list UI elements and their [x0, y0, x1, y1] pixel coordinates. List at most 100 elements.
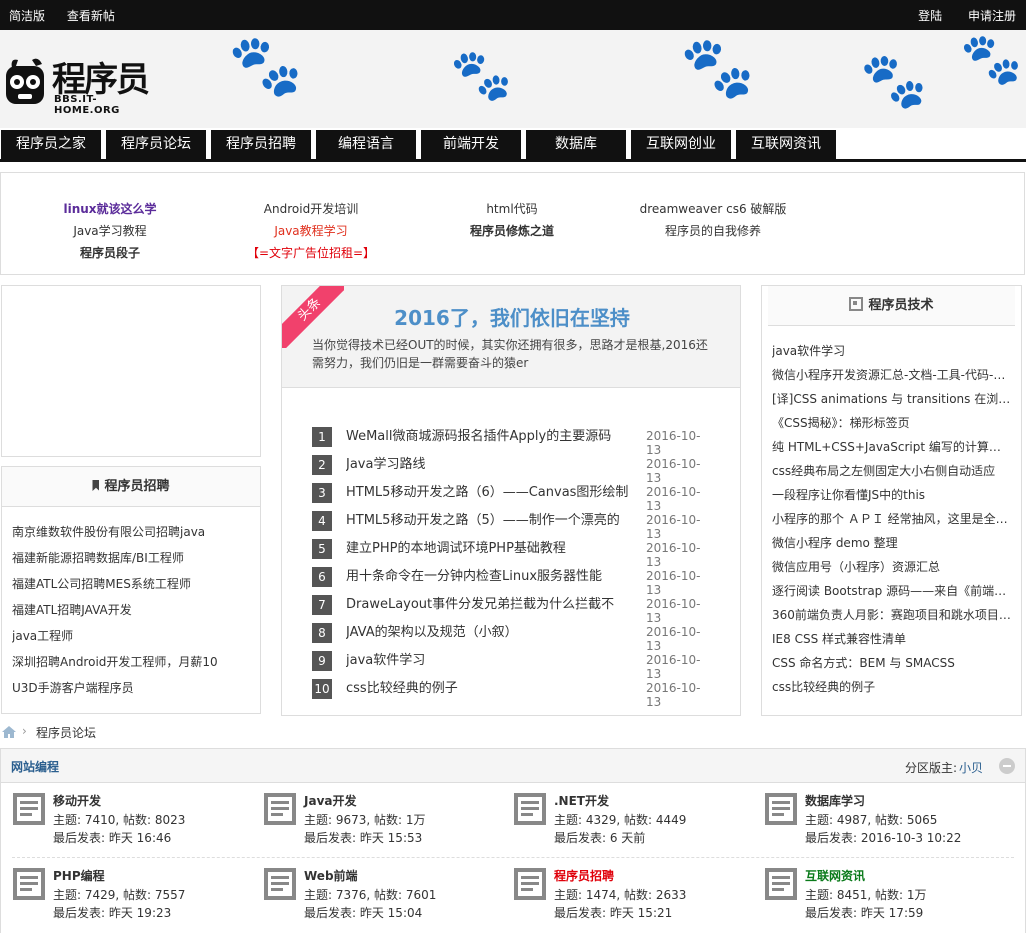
news-title[interactable]: HTML5移动开发之路（5）——制作一个漂亮的 — [346, 511, 642, 531]
register-link[interactable]: 申请注册 — [968, 9, 1016, 23]
tech-article-link[interactable]: 纯 HTML+CSS+JavaScript 编写的计算器应用 — [772, 435, 1012, 459]
news-title[interactable]: 建立PHP的本地调试环境PHP基础教程 — [346, 539, 642, 559]
board-icon — [13, 868, 45, 900]
text-link[interactable]: Java学习教程 — [10, 222, 210, 239]
text-link[interactable]: dreamweaver cs6 破解版 — [613, 200, 813, 217]
tech-article-link[interactable]: CSS 命名方式：BEM 与 SMACSS — [772, 651, 1012, 675]
job-link[interactable]: 福建ATL招聘JAVA开发 — [12, 597, 252, 623]
news-title[interactable]: Java学习路线 — [346, 455, 642, 475]
text-link[interactable]: 程序员的自我修养 — [613, 222, 813, 239]
board-name[interactable]: Java开发 — [304, 792, 356, 809]
board-name[interactable]: .NET开发 — [554, 792, 609, 809]
tech-article-link[interactable]: 逐行阅读 Bootstrap 源码——来自《前端进阶》 — [772, 579, 1012, 603]
text-link[interactable]: 【=文字广告位招租=】 — [211, 244, 411, 261]
job-link[interactable]: 福建ATL公司招聘MES系统工程师 — [12, 571, 252, 597]
tech-article-link[interactable]: 微信小程序 demo 整理 — [772, 531, 1012, 555]
new-posts-link[interactable]: 查看新帖 — [67, 9, 115, 23]
board-last-post[interactable]: 最后发表: 昨天 19:23 — [53, 904, 171, 921]
news-title[interactable]: WeMall微商城源码报名插件Apply的主要源码 — [346, 427, 642, 447]
headline-title[interactable]: 2016了，我们依旧在坚持 — [342, 302, 682, 331]
forum-board[interactable]: 移动开发 主题: 7410, 帖数: 8023 最后发表: 昨天 16:46 — [12, 792, 252, 854]
forum-board[interactable]: 程序员招聘 主题: 1474, 帖数: 2633 最后发表: 昨天 15:21 — [513, 867, 753, 929]
news-item[interactable]: 4 HTML5移动开发之路（5）——制作一个漂亮的 2016-10-13 — [312, 511, 712, 541]
board-last-post[interactable]: 最后发表: 昨天 15:04 — [304, 904, 422, 921]
text-link[interactable]: linux就该这么学 — [10, 200, 210, 217]
moderator-link[interactable]: 小贝 — [959, 759, 983, 776]
paw-icon: 🐾 — [680, 33, 755, 103]
news-item[interactable]: 1 WeMall微商城源码报名插件Apply的主要源码 2016-10-13 — [312, 427, 712, 457]
board-icon — [264, 868, 296, 900]
tech-article-link[interactable]: 微信应用号（小程序）资源汇总 — [772, 555, 1012, 579]
nav-tab-forum[interactable]: 程序员论坛 — [106, 130, 206, 159]
job-link[interactable]: 南京维数软件股份有限公司招聘java — [12, 519, 252, 545]
tech-article-link[interactable]: 一段程序让你看懂JS中的this — [772, 483, 1012, 507]
site-logo[interactable]: 程序员 BBS.IT-HOME.ORG — [2, 50, 162, 116]
tech-article-link[interactable]: [译]CSS animations 与 transitions 在浏览器中的实现 — [772, 387, 1012, 411]
news-item[interactable]: 7 DraweLayout事件分发兄弟拦截为什么拦截不 2016-10-13 — [312, 595, 712, 625]
job-link[interactable]: java工程师 — [12, 623, 252, 649]
board-name[interactable]: PHP编程 — [53, 867, 105, 884]
text-link[interactable]: 程序员修炼之道 — [412, 222, 612, 239]
board-name[interactable]: 数据库学习 — [805, 792, 865, 809]
text-link[interactable]: Android开发培训 — [211, 200, 411, 217]
simple-version-link[interactable]: 简洁版 — [9, 9, 45, 23]
news-item[interactable]: 6 用十条命令在一分钟内检查Linux服务器性能 2016-10-13 — [312, 567, 712, 597]
news-title[interactable]: java软件学习 — [346, 651, 642, 671]
forum-board[interactable]: 互联网资讯 主题: 8451, 帖数: 1万 最后发表: 昨天 17:59 — [764, 867, 1004, 929]
board-last-post[interactable]: 最后发表: 昨天 15:53 — [304, 829, 422, 846]
text-link[interactable]: html代码 — [412, 200, 612, 217]
news-title[interactable]: HTML5移动开发之路（6）——Canvas图形绘制 — [346, 483, 642, 503]
news-title[interactable]: DraweLayout事件分发兄弟拦截为什么拦截不 — [346, 595, 642, 615]
nav-tab-news[interactable]: 互联网资讯 — [736, 130, 836, 159]
nav-tab-database[interactable]: 数据库 — [526, 130, 626, 159]
board-last-post[interactable]: 最后发表: 昨天 16:46 — [53, 829, 171, 846]
home-icon[interactable] — [2, 726, 16, 738]
forum-section-title[interactable]: 网站编程 — [11, 758, 59, 775]
news-item[interactable]: 10 css比较经典的例子 2016-10-13 — [312, 679, 712, 709]
tech-article-link[interactable]: 微信小程序开发资源汇总-文档-工具-代码-资源 — [772, 363, 1012, 387]
tech-article-link[interactable]: IE8 CSS 样式兼容性清单 — [772, 627, 1012, 651]
qrcode-icon — [849, 297, 864, 311]
collapse-icon[interactable] — [999, 758, 1015, 774]
board-last-post[interactable]: 最后发表: 昨天 17:59 — [805, 904, 923, 921]
news-title[interactable]: JAVA的架构以及规范（小叙） — [346, 623, 642, 643]
news-title[interactable]: 用十条命令在一分钟内检查Linux服务器性能 — [346, 567, 642, 587]
news-item[interactable]: 8 JAVA的架构以及规范（小叙） 2016-10-13 — [312, 623, 712, 653]
news-item[interactable]: 3 HTML5移动开发之路（6）——Canvas图形绘制 2016-10-13 — [312, 483, 712, 513]
nav-tab-home[interactable]: 程序员之家 — [1, 130, 101, 159]
board-last-post[interactable]: 最后发表: 昨天 15:21 — [554, 904, 672, 921]
tech-article-link[interactable]: java软件学习 — [772, 339, 1012, 363]
nav-tab-startup[interactable]: 互联网创业 — [631, 130, 731, 159]
text-link[interactable]: Java教程学习 — [211, 222, 411, 239]
job-link[interactable]: 深圳招聘Android开发工程师，月薪10 — [12, 649, 252, 675]
board-last-post[interactable]: 最后发表: 2016-10-3 10:22 — [805, 829, 961, 846]
job-link[interactable]: U3D手游客户端程序员 — [12, 675, 252, 701]
forum-board[interactable]: .NET开发 主题: 4329, 帖数: 4449 最后发表: 6 天前 — [513, 792, 753, 854]
nav-tab-frontend[interactable]: 前端开发 — [421, 130, 521, 159]
forum-section: 网站编程 分区版主: 小贝 移动开发 主题: 7410, 帖数: 8023 最后… — [0, 748, 1026, 933]
nav-tab-languages[interactable]: 编程语言 — [316, 130, 416, 159]
login-link[interactable]: 登陆 — [918, 9, 942, 23]
tech-article-link[interactable]: 360前端负责人月影：赛跑项目和跳水项目的区别 — [772, 603, 1012, 627]
text-link[interactable]: 程序员段子 — [10, 244, 210, 261]
tech-article-link[interactable]: 小程序的那个 ＡＰＩ 经常抽风，这里是全部记录 — [772, 507, 1012, 531]
tech-article-link[interactable]: 《CSS揭秘》：梯形标签页 — [772, 411, 1012, 435]
forum-board[interactable]: 数据库学习 主题: 4987, 帖数: 5065 最后发表: 2016-10-3… — [764, 792, 1004, 854]
news-item[interactable]: 2 Java学习路线 2016-10-13 — [312, 455, 712, 485]
forum-board[interactable]: Web前端 主题: 7376, 帖数: 7601 最后发表: 昨天 15:04 — [263, 867, 503, 929]
board-name[interactable]: Web前端 — [304, 867, 358, 884]
news-title[interactable]: css比较经典的例子 — [346, 679, 642, 699]
board-name[interactable]: 互联网资讯 — [805, 867, 865, 884]
forum-board[interactable]: Java开发 主题: 9673, 帖数: 1万 最后发表: 昨天 15:53 — [263, 792, 503, 854]
job-link[interactable]: 福建新能源招聘数据库/BI工程师 — [12, 545, 252, 571]
board-last-post[interactable]: 最后发表: 6 天前 — [554, 829, 645, 846]
breadcrumb-current[interactable]: 程序员论坛 — [36, 724, 96, 741]
board-name[interactable]: 移动开发 — [53, 792, 101, 809]
tech-article-link[interactable]: css比较经典的例子 — [772, 675, 1012, 699]
news-item[interactable]: 9 java软件学习 2016-10-13 — [312, 651, 712, 681]
news-item[interactable]: 5 建立PHP的本地调试环境PHP基础教程 2016-10-13 — [312, 539, 712, 569]
forum-board[interactable]: PHP编程 主题: 7429, 帖数: 7557 最后发表: 昨天 19:23 — [12, 867, 252, 929]
nav-tab-jobs[interactable]: 程序员招聘 — [211, 130, 311, 159]
board-name[interactable]: 程序员招聘 — [554, 867, 614, 884]
tech-article-link[interactable]: css经典布局之左侧固定大小右侧自动适应 — [772, 459, 1012, 483]
